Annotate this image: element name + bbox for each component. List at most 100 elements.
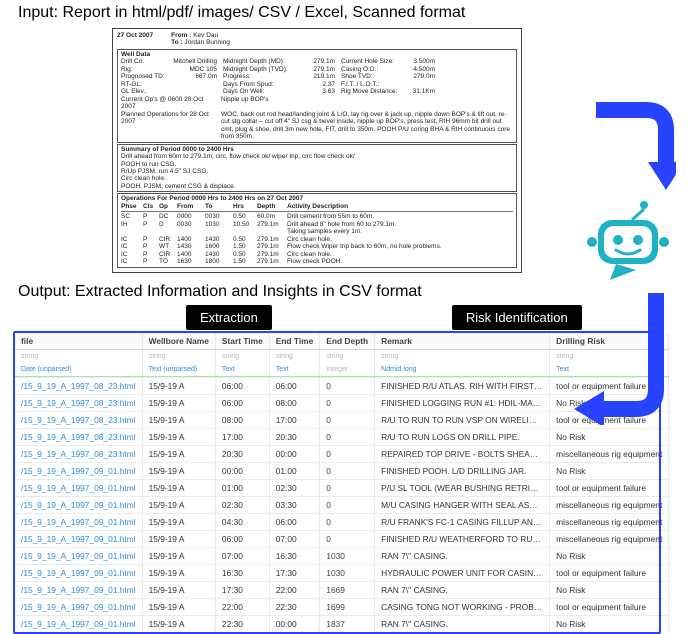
summary-line: Circ clean hole. xyxy=(121,175,513,182)
table-cell: 0 xyxy=(320,395,375,412)
ops-head-cell: Phse xyxy=(121,203,143,210)
from-val: Kev Dau xyxy=(193,32,218,39)
table-row[interactable]: /15_9_19_A_1997_08_23.html15/9-19 A20:30… xyxy=(15,446,669,463)
well-cell: 219.1m xyxy=(303,73,339,80)
table-cell: /15_9_19_A_1997_09_01.html xyxy=(15,480,142,497)
table-cell: /15_9_19_A_1997_09_01.html xyxy=(15,463,142,480)
table-cell: R/U FRANK'S FC-1 CASING FILLUP AND CIRCU… xyxy=(375,514,550,531)
table-row[interactable]: /15_9_19_A_1997_09_01.html15/9-19 A17:30… xyxy=(15,582,669,599)
well-cell: RT-GL: xyxy=(121,81,171,88)
table-row[interactable]: /15_9_19_A_1997_09_01.html15/9-19 A06:00… xyxy=(15,531,669,548)
col-header[interactable]: Wellbore Name xyxy=(142,333,215,350)
table-cell: RAN 7\" CASING. xyxy=(375,616,550,633)
table-row[interactable]: /15_9_19_A_1997_09_01.html15/9-19 A16:30… xyxy=(15,565,669,582)
well-cell: GL Elev.: xyxy=(121,88,171,95)
table-cell: 02:30 xyxy=(269,480,320,497)
table-cell: 0 xyxy=(320,514,375,531)
well-cell: 3.63 xyxy=(303,88,339,95)
table-cell: FINISHED R/U WEATHERFORD TO RUN 7\" CASI… xyxy=(375,531,550,548)
col-header[interactable]: file xyxy=(15,333,142,350)
table-cell: 15/9-19 A xyxy=(142,463,215,480)
table-row[interactable]: /15_9_19_A_1997_09_01.html15/9-19 A00:00… xyxy=(15,463,669,480)
table-cell: 1837 xyxy=(320,616,375,633)
well-cell xyxy=(173,88,221,95)
well-data-box: Well Data Drill Co.Mitchell DrillingMidn… xyxy=(117,49,517,143)
table-cell: /15_9_19_A_1997_08_23.html xyxy=(15,412,142,429)
ops-row: Taking samples every 1m. xyxy=(121,228,513,235)
well-cell: Progress: xyxy=(223,73,301,80)
table-cell: 0 xyxy=(320,412,375,429)
table-row[interactable]: /15_9_19_A_1997_09_01.html15/9-19 A22:30… xyxy=(15,616,669,633)
table-row[interactable]: /15_9_19_A_1997_09_01.html15/9-19 A04:30… xyxy=(15,514,669,531)
ops-row: ICPCIR140014300.50279.1mCirc clean hole. xyxy=(121,251,513,258)
table-cell: /15_9_19_A_1997_09_01.html xyxy=(15,514,142,531)
table-cell: 20:30 xyxy=(269,429,320,446)
table-cell: 17:00 xyxy=(269,412,320,429)
table-cell: 0 xyxy=(320,463,375,480)
table-cell: 15/9-19 A xyxy=(142,395,215,412)
well-cell: Drill Co. xyxy=(121,58,171,65)
well-cell: 279.1m xyxy=(303,58,339,65)
table-cell: /15_9_19_A_1997_08_23.html xyxy=(15,395,142,412)
col-header[interactable]: Start Time xyxy=(215,333,269,350)
input-title: Input: Report in html/pdf/ images/ CSV /… xyxy=(0,0,700,26)
table-cell: FINISHED LOGGING RUN #1: HDIL-MAC-DGR-CH… xyxy=(375,395,550,412)
summary-line: R/Up PJSM, run 4.5" SJ CSG. xyxy=(121,168,513,175)
table-cell: 06:00 xyxy=(269,514,320,531)
well-cell: 667.0m xyxy=(173,73,221,80)
table-cell: REPAIRED TOP DRIVE - BOLTS SHEARED ON SW… xyxy=(375,446,550,463)
sum-title: Summary of Period 0000 to 2400 Hrs xyxy=(121,146,513,153)
ops-head-cell: Op xyxy=(159,203,177,210)
table-cell: 17:30 xyxy=(269,565,320,582)
col-header[interactable]: Remark xyxy=(375,333,550,350)
table-cell: HYDRAULIC POWER UNIT FOR CASING TONG OVE… xyxy=(375,565,550,582)
table-cell: /15_9_19_A_1997_09_01.html xyxy=(15,548,142,565)
table-cell: FINISHED R/U ATLAS. RIH WITH FIRST LOG R… xyxy=(375,378,550,395)
table-cell: 17:30 xyxy=(215,582,269,599)
col-header[interactable]: End Time xyxy=(269,333,320,350)
table-cell: 15/9-19 A xyxy=(142,599,215,616)
table-cell: 0 xyxy=(320,378,375,395)
cur-ops-lbl: Current Op's @ 0600 28 Oct 2007 xyxy=(121,96,221,111)
table-cell: M/U CASING HANGER WITH SEAL ASSEMBLY TO … xyxy=(375,497,550,514)
table-cell: 16:30 xyxy=(269,548,320,565)
table-cell: No Risk xyxy=(550,429,669,446)
table-cell: 15/9-19 A xyxy=(142,378,215,395)
table-cell: No Risk xyxy=(550,616,669,633)
table-cell: /15_9_19_A_1997_08_23.html xyxy=(15,378,142,395)
well-cell: 4.500m xyxy=(403,66,439,73)
table-cell: RAN 7\" CASING. xyxy=(375,548,550,565)
table-cell: 01:00 xyxy=(269,463,320,480)
table-cell: 1030 xyxy=(320,548,375,565)
table-cell: 15/9-19 A xyxy=(142,412,215,429)
table-cell: /15_9_19_A_1997_09_01.html xyxy=(15,531,142,548)
table-cell: No Risk xyxy=(550,463,669,480)
well-cell xyxy=(403,81,439,88)
table-row[interactable]: /15_9_19_A_1997_09_01.html15/9-19 A02:30… xyxy=(15,497,669,514)
table-cell: 1669 xyxy=(320,582,375,599)
table-row[interactable]: /15_9_19_A_1997_08_23.html15/9-19 A17:00… xyxy=(15,429,669,446)
table-cell: 06:00 xyxy=(215,531,269,548)
summary-line: POOH, PJSM, cement CSG & displace. xyxy=(121,183,513,190)
table-row[interactable]: /15_9_19_A_1997_09_01.html15/9-19 A07:00… xyxy=(15,548,669,565)
table-row[interactable]: /15_9_19_A_1997_09_01.html15/9-19 A22:00… xyxy=(15,599,669,616)
well-cell: 31.1Km xyxy=(403,88,439,95)
table-cell: 07:00 xyxy=(215,548,269,565)
plan-ops-lbl: Planned Operations for 28 Oct 2007 xyxy=(121,111,221,141)
well-title: Well Data xyxy=(121,51,513,58)
ops-row: IHPD0030103010.50279.1mDrill ahead 8" ho… xyxy=(121,221,513,228)
table-cell: 08:00 xyxy=(215,412,269,429)
table-cell: CASING TONG NOT WORKING - PROBLEM WITH H… xyxy=(375,599,550,616)
table-cell: 08:00 xyxy=(269,395,320,412)
col-header[interactable]: End Depth xyxy=(320,333,375,350)
table-cell: 1699 xyxy=(320,599,375,616)
plan-ops-val: WOC, back out rod head/landing joint & L… xyxy=(221,111,513,141)
ops-head-cell: Activity Description xyxy=(287,203,513,210)
table-cell: /15_9_19_A_1997_09_01.html xyxy=(15,497,142,514)
table-cell: 15/9-19 A xyxy=(142,616,215,633)
arrow-down-icon xyxy=(576,100,676,200)
table-row[interactable]: /15_9_19_A_1997_09_01.html15/9-19 A01:00… xyxy=(15,480,669,497)
cur-ops-val: Nipple up BOP's xyxy=(221,96,513,111)
ops-head-cell: Depth xyxy=(257,203,287,210)
table-cell: 01:00 xyxy=(215,480,269,497)
